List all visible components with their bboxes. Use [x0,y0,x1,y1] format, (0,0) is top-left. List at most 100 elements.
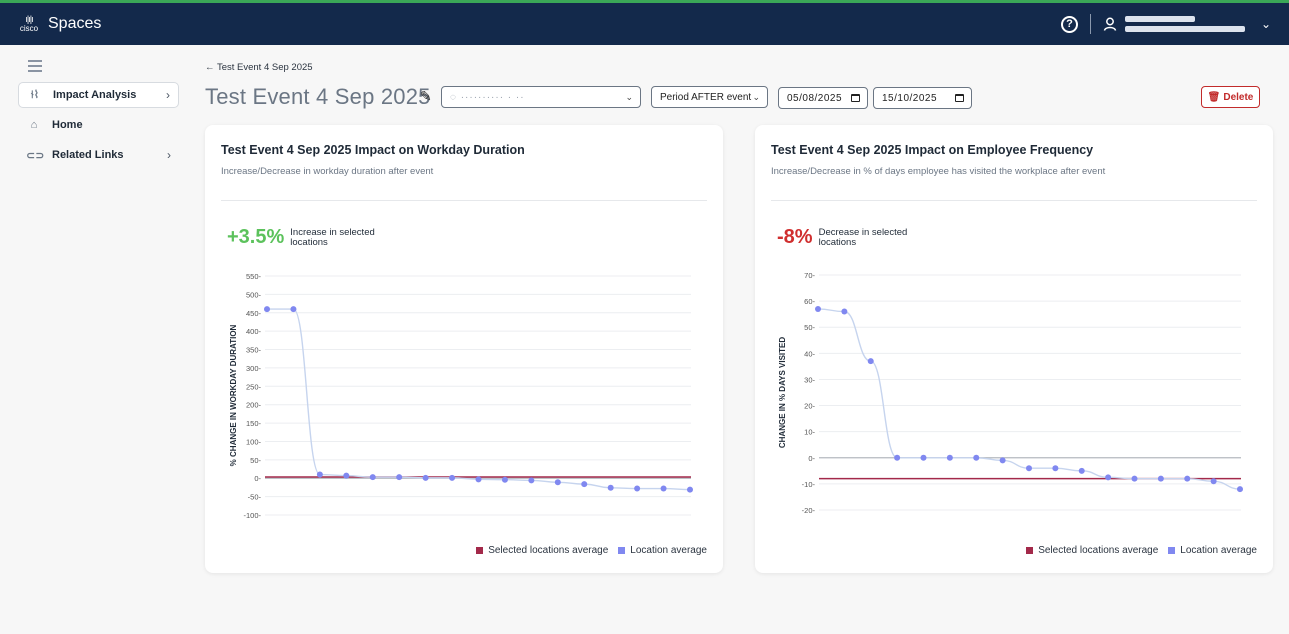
calendar-icon[interactable] [955,94,964,102]
y-tick-label: 40- [804,349,815,358]
data-point [687,486,693,493]
hamburger-menu-icon[interactable] [28,60,42,75]
data-point [999,457,1006,464]
delete-label: Delete [1223,91,1254,103]
data-point [815,305,821,312]
employee-frequency-chart: 70- 60- 50- 40- 30- 20- 10- 0- -10- -20- CHANGE IN… [778,271,1243,515]
y-axis-label: CHANGE IN % DAYS VISITED [778,337,787,449]
chevron-down-icon[interactable]: ⌄ [1261,17,1271,31]
legend-item-location[interactable]: Location average [1168,545,1257,556]
y-tick-label: 10- [804,428,815,437]
y-tick-label: 550- [246,272,262,281]
y-tick-label: -100- [243,511,261,520]
calendar-icon[interactable] [851,94,860,102]
data-point [1237,486,1243,493]
data-point [1210,478,1217,485]
data-point [316,471,323,478]
home-icon: ⌂ [30,119,38,131]
sidebar-item-related-links[interactable]: ⊂⊃ Related Links › [18,142,179,168]
workday-duration-card: Test Event 4 Sep 2025 Impact on Workday … [205,125,723,573]
app-title: Spaces [48,15,102,32]
sidebar-item-impact-analysis[interactable]: ⫮⌇ Impact Analysis › [18,82,179,108]
y-tick-label: 30- [804,375,815,384]
start-date-value: 05/08/2025 [787,92,843,104]
data-point [501,476,508,483]
y-tick-label: -10- [802,480,816,489]
employee-frequency-card: Test Event 4 Sep 2025 Impact on Employee… [755,125,1273,573]
sidebar: ⫮⌇ Impact Analysis › ⌂ Home ⊂⊃ Related L… [0,45,190,634]
end-date-value: 15/10/2025 [882,92,938,104]
page-title: Test Event 4 Sep 2025 [205,84,431,109]
sidebar-item-home[interactable]: ⌂ Home [18,112,179,138]
y-tick-label: 50- [250,456,261,465]
data-point [1184,475,1191,482]
period-select[interactable]: Period AFTER event ⌄ [651,86,768,108]
legend-item-selected[interactable]: Selected locations average [476,545,608,556]
sidebar-item-label: Home [52,119,83,131]
y-tick-label: 60- [804,297,815,306]
y-tick-label: 0- [254,474,261,483]
location-select[interactable]: ◌ ·········· · ·· ⌄ [441,86,641,108]
data-point [660,485,667,492]
sidebar-item-label: Related Links [52,149,124,161]
y-tick-label: 300- [246,364,262,373]
chevron-right-icon: › [166,88,170,102]
chevron-right-icon: › [167,148,171,162]
data-point [1157,475,1164,482]
y-tick-label: 200- [246,401,262,410]
end-date-input[interactable]: 15/10/2025 [873,87,972,109]
cisco-logo-mark: ı|ı|ı cisco [19,14,39,34]
edit-pencil-icon[interactable]: ✎ [420,88,432,105]
user-email-redacted [1124,26,1245,32]
link-icon: ⊂⊃ [26,149,45,162]
data-point [867,358,874,365]
impact-icon: ⫮⌇ [30,89,40,101]
y-tick-label: 450- [246,309,262,318]
chevron-down-icon: ⌄ [752,91,760,102]
breadcrumb-back-link[interactable]: ← Test Event 4 Sep 2025 [205,62,313,73]
workday-duration-chart: 550- 500- 450- 400- 350- 300- 250- 200- 150- 100-… [229,272,693,520]
top-bar: ı|ı|ı cisco Spaces ? ⌄ [0,0,1289,45]
data-point [264,306,270,313]
help-icon[interactable]: ? [1060,15,1078,33]
location-average-line [267,308,691,491]
chart-legend: Selected locations average Location aver… [466,545,707,556]
y-tick-label: 500- [246,290,262,299]
y-tick-label: 150- [246,419,262,428]
legend-item-location[interactable]: Location average [618,545,707,556]
y-tick-label: 20- [804,402,815,411]
location-average-line [817,308,1241,490]
y-tick-label: -50- [248,493,262,502]
data-point [343,472,350,479]
sidebar-item-label: Impact Analysis [53,89,137,101]
data-point [581,481,588,488]
delete-button[interactable]: 🗑 Delete [1201,86,1260,108]
y-axis-label: % CHANGE IN WORKDAY DURATION [229,324,238,466]
divider [1089,14,1091,34]
y-tick-label: 400- [246,327,262,336]
trash-icon: 🗑 [1207,91,1221,103]
data-point [841,308,848,315]
data-point [946,454,953,461]
start-date-input[interactable]: 05/08/2025 [778,87,868,109]
data-point [1052,465,1059,472]
chart-legend: Selected locations average Location aver… [1016,545,1257,556]
data-point [1105,474,1112,481]
user-name-redacted [1124,16,1195,22]
data-point [396,474,403,481]
location-select-value: ◌ ·········· · ·· [450,91,525,103]
legend-item-selected[interactable]: Selected locations average [1026,545,1158,556]
user-icon[interactable] [1103,17,1117,31]
data-point [1131,475,1138,482]
data-point [973,454,980,461]
data-point [475,476,482,483]
data-point [369,474,376,481]
y-tick-label: 100- [246,437,262,446]
y-tick-label: 250- [246,382,262,391]
data-point [449,474,456,481]
y-tick-label: 350- [246,346,262,355]
user-account-redacted[interactable] [1124,16,1251,32]
y-tick-label: -20- [802,506,816,515]
cisco-logo[interactable]: ı|ı|ı cisco Spaces [18,14,102,34]
data-point [554,479,561,486]
